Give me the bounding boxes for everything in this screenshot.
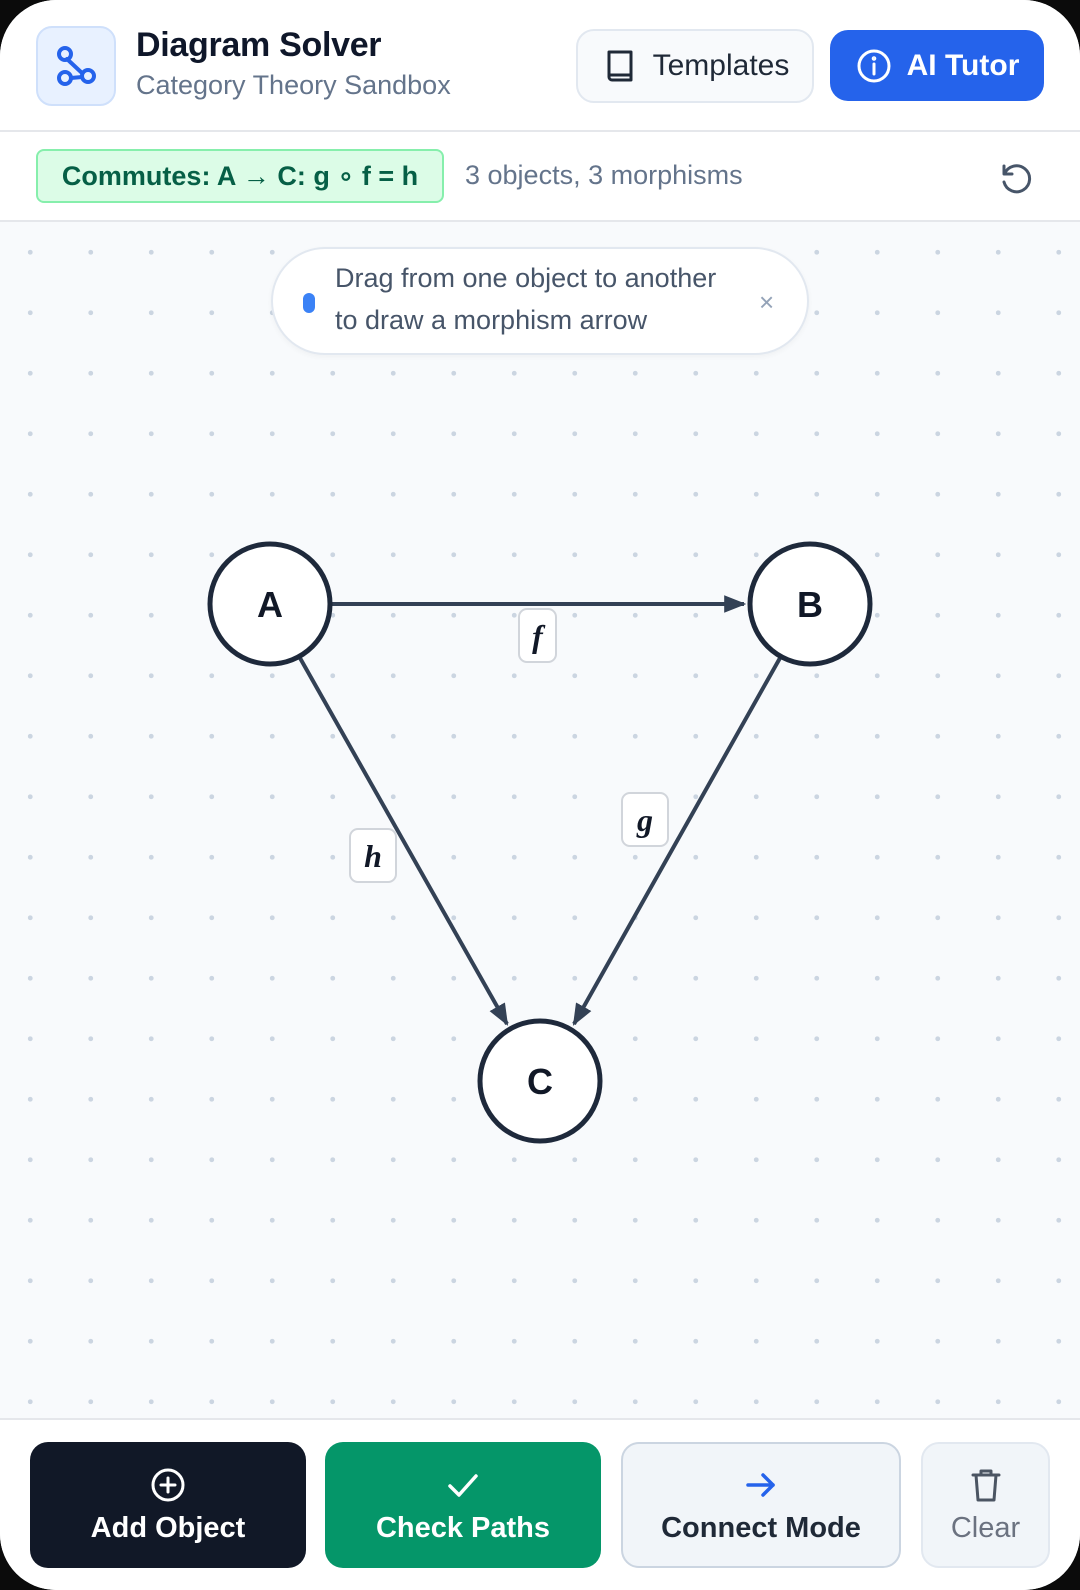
object-label-b: B [797,584,823,625]
hint-indicator-dot [303,293,315,313]
morphism-arrow-h[interactable] [298,657,509,1026]
object-node-c[interactable]: C [477,1018,603,1144]
plus-circle-icon [151,1468,185,1501]
morphism-label-h-text: h [364,838,382,874]
morphism-arrow-g[interactable] [572,657,782,1026]
connect-mode-button[interactable]: Connect Mode [621,1442,901,1568]
check-paths-button[interactable]: Check Paths [325,1442,601,1568]
add-object-label: Add Object [90,1511,246,1544]
connect-mode-label: Connect Mode [661,1511,861,1544]
arrow-right-icon [746,1472,775,1497]
clear-button[interactable]: Clear [921,1442,1050,1568]
object-label-a: A [257,584,283,625]
app-frame: Diagram Solver Category Theory Sandbox T… [0,0,1080,1590]
morphism-label-h[interactable]: h [349,828,397,883]
morphism-label-f[interactable]: f [518,608,557,663]
object-label-c: C [527,1061,553,1102]
hint-text-line2: to draw a morphism arrow [335,305,648,335]
trash-icon [971,1469,1000,1501]
clear-label: Clear [950,1511,1021,1544]
hint-text-line1: Drag from one object to another [335,263,717,293]
object-node-b[interactable]: B [747,541,873,667]
add-object-button[interactable]: Add Object [30,1442,306,1568]
object-node-a[interactable]: A [207,541,333,667]
close-icon[interactable]: × [759,287,774,318]
hint-toast: Drag from one object to another to draw … [271,247,809,355]
morphism-label-g[interactable]: g [621,792,669,847]
morphism-label-g-text: g [636,802,653,838]
bottom-toolbar: Add Object Check Paths Connect Mode Clea… [0,1418,1080,1590]
check-paths-label: Check Paths [375,1511,551,1544]
commutative-diagram: f g h A B C [207,541,873,1144]
checkmark-icon [448,1473,478,1497]
